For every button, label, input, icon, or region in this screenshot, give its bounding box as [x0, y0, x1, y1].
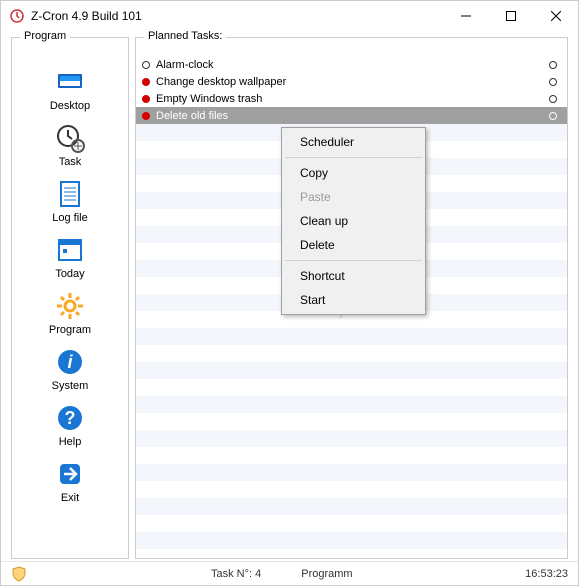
context-menu: Scheduler Copy Paste Clean up Delete Sho… — [281, 127, 426, 315]
sidebar-item-help[interactable]: ? Help — [12, 398, 128, 454]
gear-icon — [54, 290, 86, 322]
sidebar-item-label: Help — [59, 436, 82, 448]
minimize-button[interactable] — [443, 1, 488, 31]
status-program: Programm — [301, 568, 352, 580]
menu-item-shortcut[interactable]: Shortcut — [284, 264, 423, 288]
menu-item-start[interactable]: Start — [284, 288, 423, 312]
status-task-count: Task N°: 4 — [211, 568, 261, 580]
sidebar-item-label: Program — [49, 324, 91, 336]
sidebar-item-desktop[interactable]: Desktop — [12, 62, 128, 118]
menu-separator — [285, 157, 422, 158]
status-dot-icon — [142, 61, 150, 69]
menu-separator — [285, 260, 422, 261]
help-icon: ? — [54, 402, 86, 434]
menu-item-paste: Paste — [284, 185, 423, 209]
task-row[interactable]: Change desktop wallpaper — [136, 73, 567, 90]
sidebar-item-label: System — [52, 380, 89, 392]
task-name: Change desktop wallpaper — [156, 76, 549, 88]
status-bar: Task N°: 4 Programm 16:53:23 — [1, 561, 578, 585]
logfile-icon — [54, 178, 86, 210]
task-row[interactable]: Empty Windows trash — [136, 90, 567, 107]
sidebar-item-label: Exit — [61, 492, 79, 504]
svg-text:?: ? — [65, 408, 76, 428]
window-title: Z-Cron 4.9 Build 101 — [31, 9, 443, 23]
exit-icon — [54, 458, 86, 490]
today-icon — [54, 234, 86, 266]
menu-item-scheduler[interactable]: Scheduler — [284, 130, 423, 154]
sidebar-item-system[interactable]: i System — [12, 342, 128, 398]
task-marker-icon — [549, 95, 557, 103]
status-dot-icon — [142, 78, 150, 86]
sidebar-item-exit[interactable]: Exit — [12, 454, 128, 510]
sidebar-item-label: Desktop — [50, 100, 90, 112]
task-marker-icon — [549, 61, 557, 69]
task-list[interactable]: SnapFiles Alarm-clock Change desktop wal… — [136, 56, 567, 558]
sidebar-item-logfile[interactable]: Log file — [12, 174, 128, 230]
sidebar-item-task[interactable]: Task — [12, 118, 128, 174]
task-name: Delete old files — [156, 110, 549, 122]
program-panel-label: Program — [20, 30, 70, 42]
sidebar-item-label: Task — [59, 156, 82, 168]
status-dot-icon — [142, 112, 150, 120]
task-row[interactable]: Delete old files — [136, 107, 567, 124]
program-panel: Program Desktop Task Log file Today Prog… — [11, 37, 129, 559]
shield-icon — [11, 566, 27, 582]
menu-item-copy[interactable]: Copy — [284, 161, 423, 185]
maximize-button[interactable] — [488, 1, 533, 31]
task-marker-icon — [549, 112, 557, 120]
sidebar-item-label: Log file — [52, 212, 87, 224]
info-icon: i — [54, 346, 86, 378]
app-icon — [9, 8, 25, 24]
menu-item-delete[interactable]: Delete — [284, 233, 423, 257]
tasks-panel: Planned Tasks: SnapFiles Alarm-clock Cha… — [135, 37, 568, 559]
desktop-icon — [54, 66, 86, 98]
sidebar-item-label: Today — [55, 268, 84, 280]
task-name: Alarm-clock — [156, 59, 549, 71]
status-dot-icon — [142, 95, 150, 103]
close-button[interactable] — [533, 1, 578, 31]
tasks-panel-label: Planned Tasks: — [144, 30, 226, 42]
task-row[interactable]: Alarm-clock — [136, 56, 567, 73]
status-time: 16:53:23 — [525, 568, 568, 580]
sidebar-item-today[interactable]: Today — [12, 230, 128, 286]
task-icon — [54, 122, 86, 154]
sidebar-item-program[interactable]: Program — [12, 286, 128, 342]
task-name: Empty Windows trash — [156, 93, 549, 105]
task-marker-icon — [549, 78, 557, 86]
menu-item-cleanup[interactable]: Clean up — [284, 209, 423, 233]
titlebar: Z-Cron 4.9 Build 101 — [1, 1, 578, 31]
